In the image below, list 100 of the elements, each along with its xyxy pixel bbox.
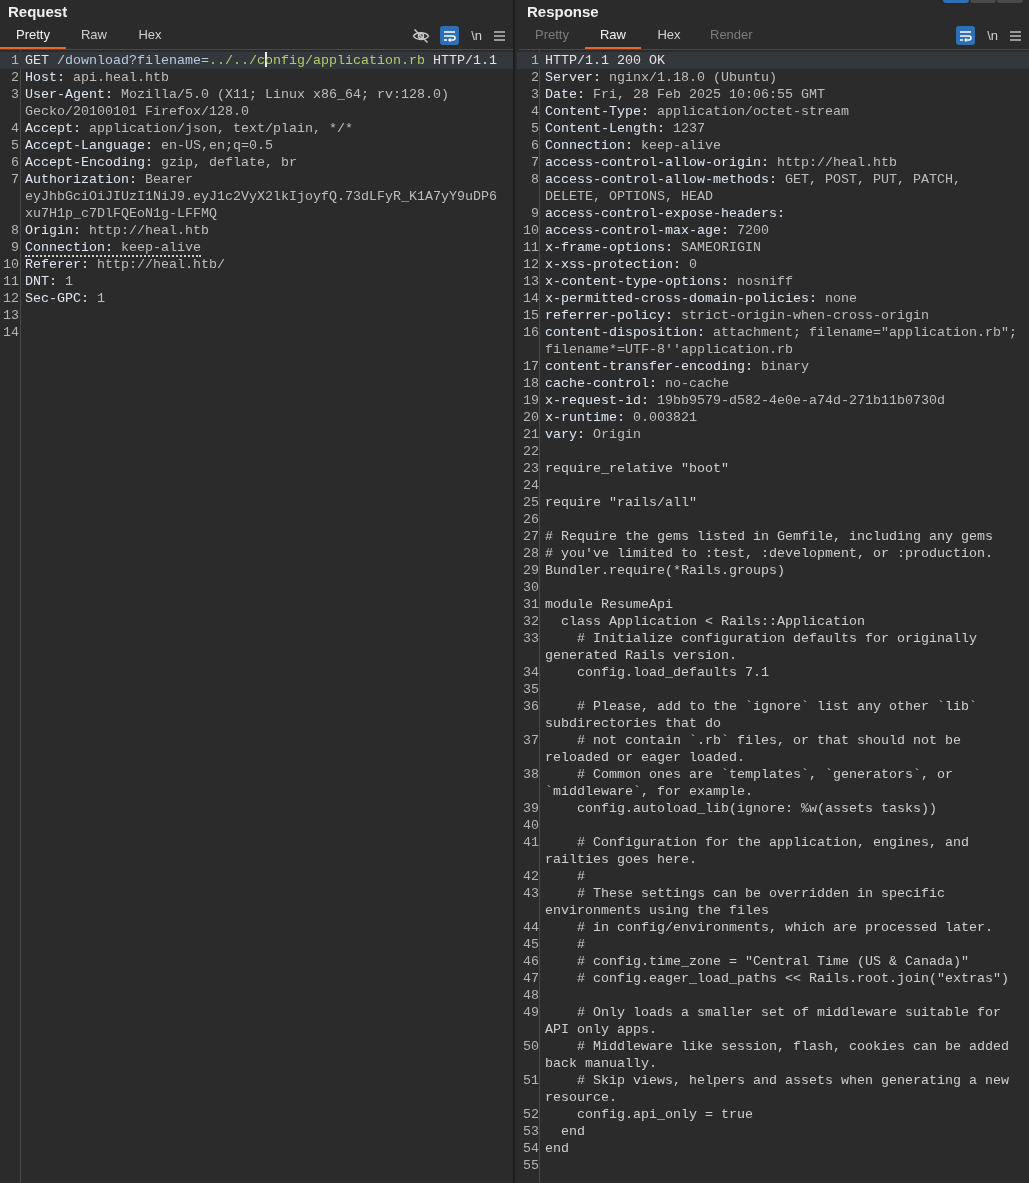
line-number: 9 [10, 239, 20, 256]
code-line: # [576, 868, 586, 885]
code-line: end [544, 1140, 570, 1157]
code-line: require_relative "boot" [544, 460, 730, 477]
line-number: 29 [522, 562, 540, 579]
line-number: 9 [530, 205, 540, 222]
code-line: access-control-allow-methods: GET, POST, PUT, PATCH, DELETE, OPTIONS, HEAD [544, 171, 962, 205]
code-line: # Common ones are `templates`, `generators`, or `middleware`, for example. [544, 766, 954, 800]
code-line: Connection: keep-alive [544, 137, 722, 154]
line-number: 25 [522, 494, 540, 511]
code-line: access-control-expose-headers: [544, 205, 786, 222]
line-number: 43 [522, 885, 540, 903]
code-line: # you've limited to :test, :development, or :production. [544, 545, 994, 562]
code-line: Accept-Language: en-US,en;q=0.5 [24, 137, 274, 154]
code-line: config.api_only = true [576, 1106, 754, 1123]
line-number: 32 [522, 613, 540, 630]
code-line: # Require the gems listed in Gemfile, including any gems [544, 528, 994, 545]
code-line: HTTP/1.1 200 OK [544, 52, 666, 69]
code-line: x-request-id: 19bb9579-d582-4e0e-a74d-271b11b0730d [544, 392, 946, 409]
line-number: 6 [10, 154, 20, 171]
wrap-lines-button[interactable] [440, 26, 460, 45]
line-number: 13 [522, 273, 540, 290]
code-line: Bundler.require(*Rails.groups) [544, 562, 786, 579]
line-number: 7 [10, 171, 20, 189]
line-number: 12 [2, 290, 20, 307]
line-number: 33 [522, 630, 540, 648]
code-line: config.load_defaults 7.1 [576, 664, 770, 681]
code-line: # not contain `.rb` files, or that should not be reloaded or eager loaded. [544, 732, 962, 766]
line-number: 53 [522, 1123, 540, 1140]
line-number: 10 [2, 256, 20, 273]
line-number: 28 [522, 545, 540, 562]
code-line: module ResumeApi [544, 596, 674, 613]
menu-icon[interactable] [494, 30, 505, 41]
line-number: 2 [530, 69, 540, 86]
line-number: 50 [522, 1038, 540, 1056]
line-number: 19 [522, 392, 540, 409]
line-number: 16 [522, 324, 540, 342]
line-number: 34 [522, 664, 540, 681]
code-line: vary: Origin [544, 426, 642, 443]
code-line: # These settings can be overridden in specific environments using the files [544, 885, 946, 919]
menu-icon[interactable] [1010, 30, 1021, 41]
line-number: 24 [522, 477, 540, 494]
code-line: Date: Fri, 28 Feb 2025 10:06:55 GMT [544, 86, 826, 103]
line-number: 18 [522, 375, 540, 392]
line-number: 7 [530, 154, 540, 171]
line-number: 37 [522, 732, 540, 750]
line-number: 11 [2, 273, 20, 290]
line-number: 4 [530, 103, 540, 120]
line-number: 15 [522, 307, 540, 324]
line-number: 6 [530, 137, 540, 154]
code-line: # Please, add to the `ignore` list any other `lib` subdirectories that do [544, 698, 978, 732]
code-line: content-transfer-encoding: binary [544, 358, 810, 375]
code-line: Connection: keep-alive [24, 239, 202, 256]
code-line: # in config/environments, which are processed later. [576, 919, 994, 936]
code-line: x-frame-options: SAMEORIGIN [544, 239, 762, 256]
line-number: 55 [522, 1157, 540, 1174]
line-number: 14 [2, 324, 20, 341]
code-line: Sec-GPC: 1 [24, 290, 106, 307]
line-number: 44 [522, 919, 540, 936]
line-number: 38 [522, 766, 540, 784]
code-line: Origin: http://heal.htb [24, 222, 210, 239]
tab[interactable]: Hex [641, 23, 697, 49]
line-number: 5 [10, 137, 20, 154]
code-line: class Application < Rails::Application [560, 613, 866, 630]
line-number: 22 [522, 443, 540, 460]
tab[interactable]: Pretty [0, 23, 66, 49]
hide-icon[interactable] [412, 27, 431, 44]
code-line: config.autoload_lib(ignore: %w(assets tasks)) [576, 800, 938, 817]
line-number: 49 [522, 1004, 540, 1022]
newline-toggle[interactable]: \n [985, 27, 1000, 44]
line-number: 48 [522, 987, 540, 1004]
code-line: access-control-max-age: 7200 [544, 222, 770, 239]
code-line: # config.time_zone = "Central Time (US & Canada)" [576, 953, 970, 970]
line-number: 35 [522, 681, 540, 698]
tab[interactable]: Raw [585, 23, 641, 49]
line-number: 40 [522, 817, 540, 834]
line-number: 3 [10, 86, 20, 104]
code-line: Accept-Encoding: gzip, deflate, br [24, 154, 298, 171]
line-number: 31 [522, 596, 540, 613]
code-line: access-control-allow-origin: http://heal.htb [544, 154, 898, 171]
line-number: 12 [522, 256, 540, 273]
newline-toggle[interactable]: \n [469, 27, 484, 44]
code-line: cache-control: no-cache [544, 375, 730, 392]
line-number: 5 [530, 120, 540, 137]
line-number: 42 [522, 868, 540, 885]
line-number: 14 [522, 290, 540, 307]
line-number: 2 [10, 69, 20, 86]
line-number: 10 [522, 222, 540, 239]
line-number: 52 [522, 1106, 540, 1123]
line-number: 3 [530, 86, 540, 103]
panel-title: Response [526, 2, 600, 22]
tab[interactable]: Raw [66, 23, 122, 49]
wrap-lines-button[interactable] [956, 26, 976, 45]
code-line: # [576, 936, 586, 953]
line-number: 41 [522, 834, 540, 852]
code-line: # Skip views, helpers and assets when generating a new resource. [544, 1072, 1010, 1106]
line-number: 27 [522, 528, 540, 545]
tab[interactable]: Hex [122, 23, 178, 49]
code-line: end [560, 1123, 586, 1140]
code-line: Referer: http://heal.htb/ [24, 256, 226, 273]
